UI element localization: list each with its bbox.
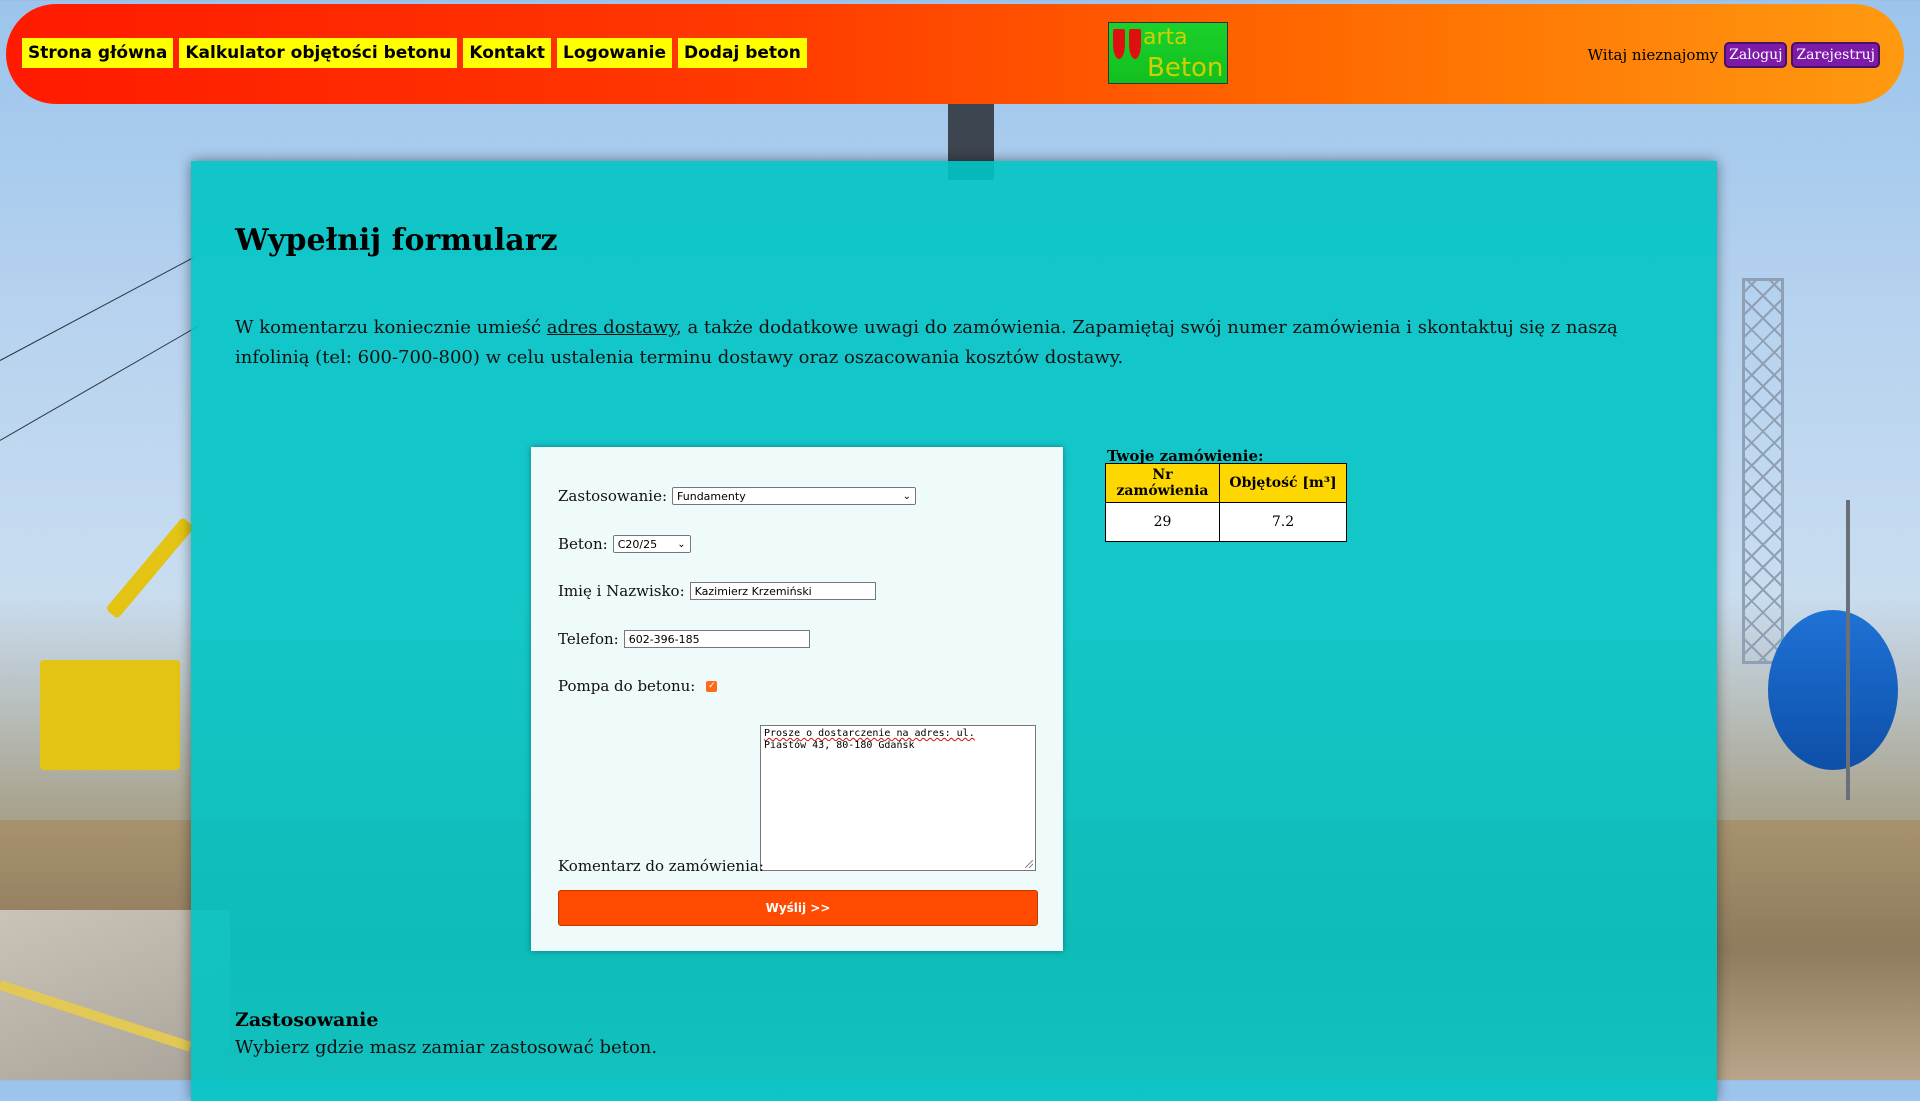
pump-label: Pompa do betonu: — [558, 677, 696, 695]
table-row: 29 7.2 — [1105, 502, 1347, 542]
nav-volume-calculator[interactable]: Kalkulator objętości betonu — [179, 38, 458, 68]
name-input[interactable]: Kazimierz Krzemiński — [689, 582, 876, 600]
intro-text-start: W komentarzu koniecznie umieść — [235, 317, 547, 338]
concrete-select-value: C20/25 — [617, 537, 658, 551]
background-tower — [1742, 278, 1784, 664]
usage-section-text: Wybierz gdzie masz zamiar zastosować bet… — [235, 1037, 658, 1058]
resize-grip-icon[interactable] — [1025, 860, 1033, 868]
chevron-down-icon: ⌄ — [677, 538, 686, 550]
site-header: Strona główna Kalkulator objętości beton… — [6, 4, 1904, 104]
volume-cell: 7.2 — [1219, 502, 1347, 542]
delivery-address-link: adres dostawy — [546, 317, 677, 338]
name-field: Imię i Nazwisko: Kazimierz Krzemiński — [558, 582, 876, 600]
name-label: Imię i Nazwisko: — [558, 582, 685, 600]
main-panel: Wypełnij formularz W komentarzu konieczn… — [191, 161, 1717, 1101]
background-excavator-arm — [105, 516, 195, 620]
main-nav: Strona główna Kalkulator objętości beton… — [22, 38, 807, 68]
register-button[interactable]: Zarejestruj — [1791, 42, 1880, 68]
nav-home[interactable]: Strona główna — [22, 38, 174, 68]
nav-contact[interactable]: Kontakt — [463, 38, 552, 68]
site-logo[interactable]: arta Beton — [1108, 22, 1228, 84]
nav-add-concrete[interactable]: Dodaj beton — [678, 38, 807, 68]
user-area: Witaj nieznajomy Zaloguj Zarejestruj — [1588, 42, 1880, 68]
nav-login[interactable]: Logowanie — [557, 38, 673, 68]
phone-label: Telefon: — [558, 630, 619, 648]
order-summary-table: Nr zamówienia Objętość [m³] 29 7.2 — [1105, 463, 1347, 542]
usage-select-value: Fundamenty — [677, 489, 746, 503]
pump-field: Pompa do betonu: ✓ — [558, 677, 718, 695]
phone-field: Telefon: 602-396-185 — [558, 630, 810, 648]
logo-drop-icon — [1129, 29, 1141, 59]
volume-header: Objętość [m³] — [1219, 463, 1347, 503]
usage-field: Zastosowanie: Fundamenty ⌄ — [558, 487, 917, 505]
background-wire — [0, 325, 200, 441]
order-form: Zastosowanie: Fundamenty ⌄ Beton: C20/25… — [531, 447, 1063, 951]
logo-text-top: arta — [1143, 25, 1188, 50]
background-lamp-pole — [1846, 500, 1850, 800]
usage-label: Zastosowanie: — [558, 487, 668, 505]
background-mixer-drum — [1768, 610, 1898, 770]
table-header-row: Nr zamówienia Objętość [m³] — [1105, 463, 1347, 503]
concrete-label: Beton: — [558, 535, 608, 553]
welcome-text: Witaj nieznajomy — [1587, 46, 1719, 64]
order-number-cell: 29 — [1105, 502, 1220, 542]
pump-checkbox[interactable]: ✓ — [706, 680, 718, 692]
comment-label: Komentarz do zamówienia: — [558, 857, 764, 875]
logo-drop-icon — [1113, 29, 1125, 59]
submit-button[interactable]: Wyślij >> — [558, 890, 1038, 926]
chevron-down-icon: ⌄ — [902, 490, 912, 502]
usage-select[interactable]: Fundamenty ⌄ — [672, 487, 917, 505]
order-number-header: Nr zamówienia — [1105, 463, 1220, 503]
comment-line-1: Prosze o dostarczenie na adres: ul. — [764, 728, 975, 739]
usage-section-heading: Zastosowanie — [235, 1009, 379, 1031]
comment-line-2: Piastów 43, 80-180 Gdańsk — [764, 740, 915, 751]
comment-textarea[interactable]: Prosze o dostarczenie na adres: ul. Pias… — [760, 725, 1036, 871]
login-button[interactable]: Zaloguj — [1724, 42, 1788, 68]
concrete-field: Beton: C20/25 ⌄ — [558, 535, 691, 553]
page-title: Wypełnij formularz — [235, 223, 558, 258]
intro-text: W komentarzu koniecznie umieść adres dos… — [235, 313, 1675, 373]
concrete-select[interactable]: C20/25 ⌄ — [612, 535, 691, 553]
background-excavator — [40, 660, 180, 770]
phone-input[interactable]: 602-396-185 — [623, 630, 810, 648]
logo-text-bottom: Beton — [1147, 53, 1224, 83]
